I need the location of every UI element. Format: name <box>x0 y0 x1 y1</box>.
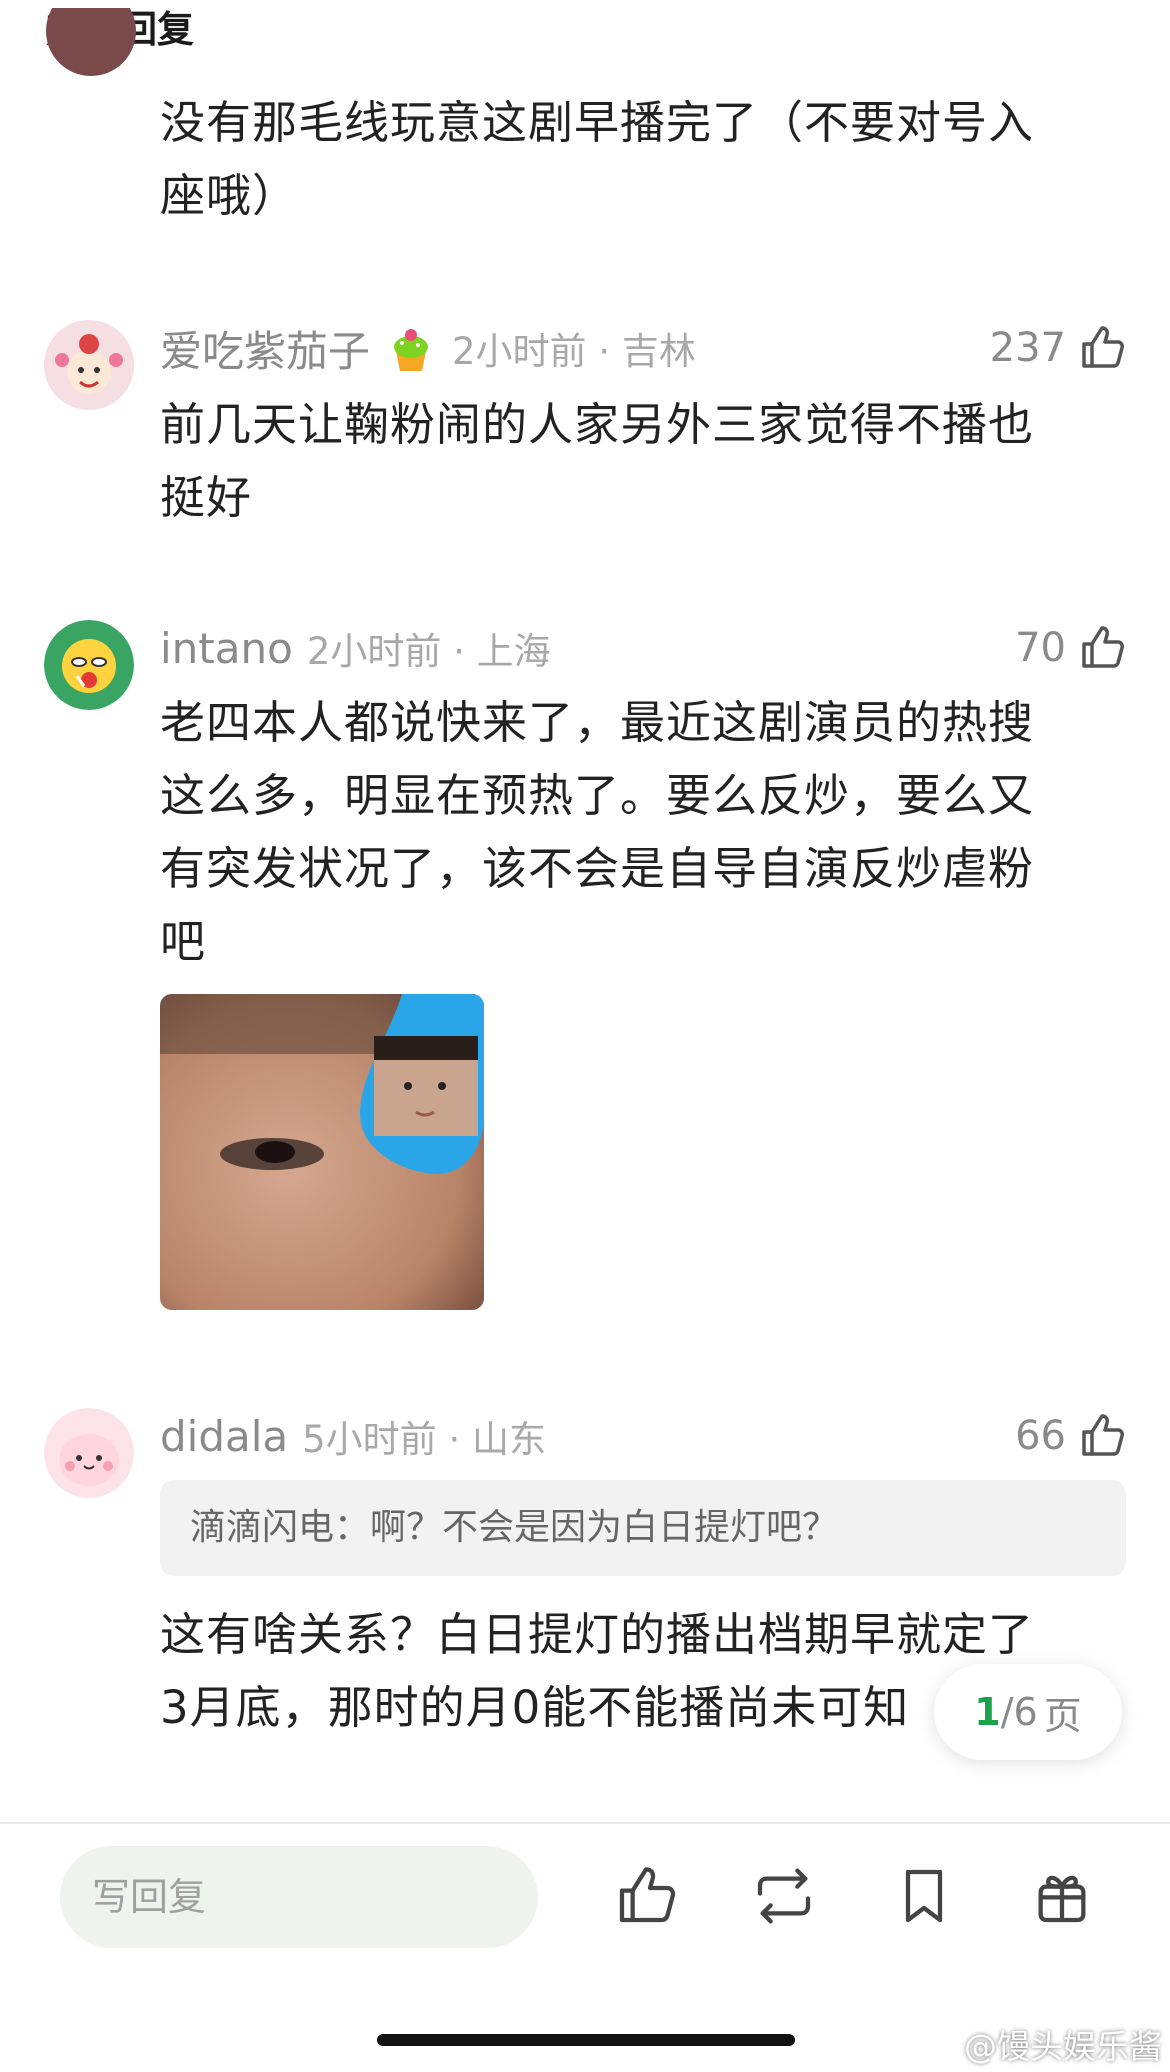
page-current: 1 <box>974 1690 1001 1734</box>
thumbs-up-icon <box>1082 326 1124 368</box>
page-indicator[interactable]: 1 /6 页 <box>934 1664 1122 1760</box>
avatar[interactable] <box>44 320 134 410</box>
thumbs-up-icon <box>1082 626 1124 668</box>
comment-time: 2小时前 · 上海 <box>306 630 551 673</box>
gift-button[interactable] <box>1030 1864 1094 1932</box>
like-count: 237 <box>989 325 1066 371</box>
repost-button[interactable] <box>752 1864 816 1932</box>
cupcake-icon <box>384 321 438 375</box>
like-count: 66 <box>1015 1413 1066 1459</box>
avatar[interactable] <box>46 8 136 76</box>
comment-text: 前几天让鞠粉闹的人家另外三家觉得不播也 挺好 <box>160 388 1140 534</box>
comment-meta: 爱吃紫茄子 2小时前 · 吉林 <box>160 318 696 378</box>
like-button[interactable]: 70 <box>1015 618 1126 678</box>
comment-time: 2小时前 · 吉林 <box>452 330 696 373</box>
repost-icon <box>757 1868 811 1924</box>
like-button[interactable]: 237 <box>990 318 1126 378</box>
reply-input[interactable]: 写回复 <box>60 1846 538 1948</box>
comment-meta: intano 2小时前 · 上海 <box>160 618 551 678</box>
comment-text-line: 这有啥关系？白日提灯的播出档期早就定了 <box>160 1608 1035 1661</box>
avatar[interactable] <box>44 620 134 710</box>
thumbs-up-icon <box>1082 1414 1124 1456</box>
watermark: @馒头娱乐酱 <box>964 2027 1162 2066</box>
thumbs-up-icon <box>619 1867 676 1923</box>
bookmark-icon <box>905 1869 943 1923</box>
like-button[interactable]: 66 <box>1015 1406 1126 1466</box>
username[interactable]: didala <box>160 1412 288 1461</box>
avatar[interactable] <box>44 1408 134 1498</box>
comment-text-line: 吧 <box>160 915 207 968</box>
comment-time: 5小时前 · 山东 <box>302 1418 546 1461</box>
comment-text-line: 没有那毛线玩意这剧早播完了（不要对号入 <box>160 96 1035 149</box>
page-unit: 页 <box>1043 1693 1082 1738</box>
comment-text: 没有那毛线玩意这剧早播完了（不要对号入 座哦） <box>160 86 1140 232</box>
quoted-reply[interactable]: 滴滴闪电：啊？不会是因为白日提灯吧？ <box>160 1480 1126 1576</box>
comment-text-line: 前几天让鞠粉闹的人家另外三家觉得不播也 <box>160 398 1035 451</box>
comment-meta: didala 5小时前 · 山东 <box>160 1406 546 1466</box>
comment-text-line: 老四本人都说快来了，最近这剧演员的热搜 <box>160 696 1035 749</box>
bookmark-button[interactable] <box>892 1864 956 1932</box>
comment-text: 老四本人都说快来了，最近这剧演员的热搜 这么多，明显在预热了。要么反炒，要么又 … <box>160 686 1140 978</box>
comment-text-line: 座哦） <box>160 169 299 222</box>
username[interactable]: intano <box>160 624 293 673</box>
page-total: /6 <box>1000 1690 1038 1734</box>
home-indicator[interactable] <box>377 2034 795 2046</box>
like-action-button[interactable] <box>614 1864 678 1932</box>
comment-text-line: 这么多，明显在预热了。要么反炒，要么又 <box>160 769 1035 822</box>
username[interactable]: 爱吃紫茄子 <box>160 318 370 379</box>
comment-text-line: 挺好 <box>160 471 253 524</box>
like-count: 70 <box>1015 625 1066 671</box>
comment-image[interactable] <box>160 994 484 1310</box>
gift-icon <box>1038 1875 1086 1923</box>
comment-text-line: 有突发状况了，该不会是自导自演反炒虐粉 <box>160 842 1035 895</box>
